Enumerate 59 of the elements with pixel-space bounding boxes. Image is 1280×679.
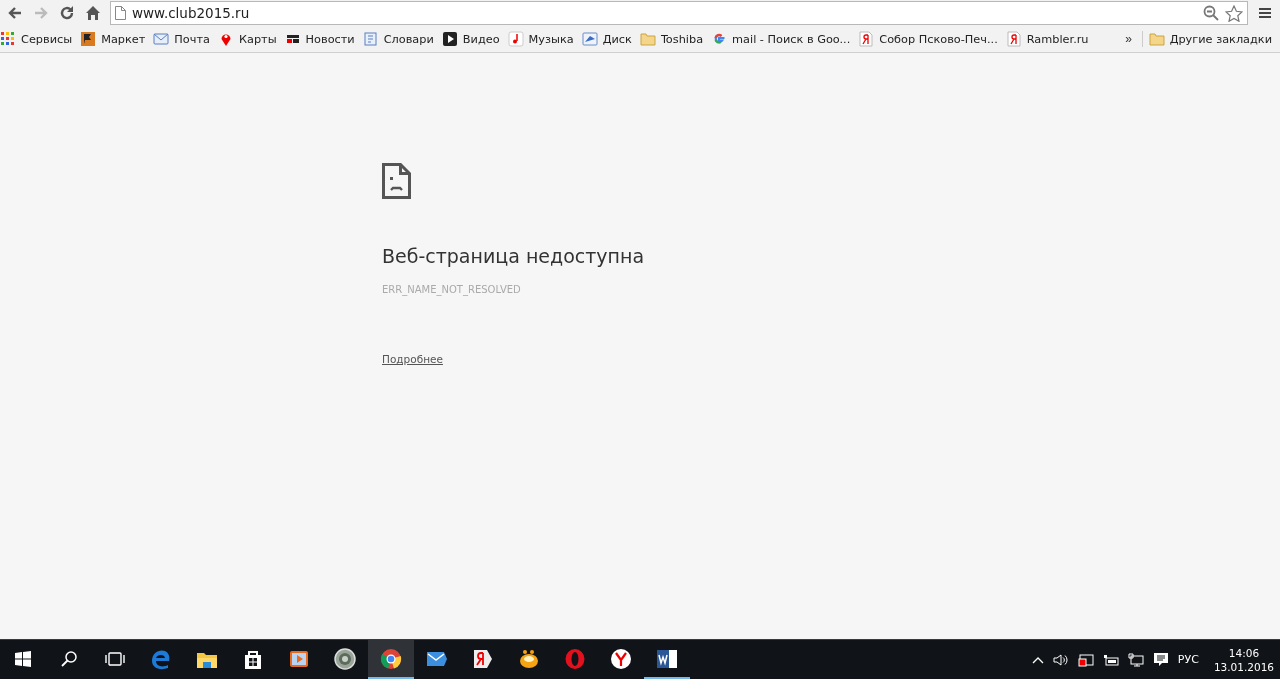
menu-icon — [1258, 7, 1272, 19]
speaker-icon[interactable] — [1052, 652, 1069, 667]
url-text: www.club2015.ru — [132, 5, 251, 21]
windows-logo-icon — [15, 650, 31, 667]
forward-arrow-icon — [33, 5, 49, 21]
envelope-icon — [153, 31, 170, 47]
bookmark[interactable]: Новости — [284, 31, 360, 47]
reload-icon — [59, 5, 75, 21]
bookmark[interactable]: Видео — [441, 31, 505, 47]
star-icon[interactable] — [1225, 4, 1243, 22]
network-monitor-icon[interactable] — [1127, 652, 1144, 667]
chevron-up-icon[interactable] — [1031, 655, 1044, 664]
clock-date[interactable]: 13.01.2016 — [1213, 659, 1274, 674]
ya-circle-icon — [610, 647, 632, 670]
back-arrow-icon — [7, 5, 23, 21]
blob-icon — [518, 647, 540, 670]
apps-grid-icon — [0, 31, 16, 47]
music-note-icon — [507, 31, 524, 47]
bookmark[interactable]: Словари — [362, 31, 439, 47]
bookmark[interactable]: Карты — [217, 31, 282, 47]
bookmark[interactable]: Маркет — [80, 31, 151, 47]
bookmark[interactable]: Сервисы — [0, 31, 78, 47]
bookmark[interactable]: Почта — [153, 31, 215, 47]
taskbar-app-button[interactable] — [368, 640, 414, 679]
chrome-icon — [380, 647, 402, 670]
card-reader-icon[interactable] — [1077, 652, 1094, 667]
folder-icon — [1148, 31, 1165, 47]
battery-icon[interactable] — [1102, 652, 1119, 667]
bookmark[interactable]: Собор Псково-Печ... — [858, 31, 1003, 47]
flag-icon — [80, 31, 97, 47]
word-w-icon — [656, 647, 678, 670]
details-link[interactable]: Подробнее — [382, 353, 443, 365]
disc-icon — [334, 647, 356, 670]
ya-letter-icon — [472, 647, 494, 670]
document-icon — [362, 31, 379, 47]
language-indicator[interactable]: РУС — [1177, 653, 1199, 666]
clock-time[interactable]: 14:06 — [1228, 645, 1260, 660]
search-icon — [60, 649, 78, 668]
bookmark[interactable]: mail - Поиск в Goo... — [711, 31, 856, 47]
sad-page-icon — [382, 163, 411, 199]
notification-icon[interactable] — [1152, 651, 1169, 668]
bookmarks-overflow-button[interactable]: » — [1115, 27, 1142, 51]
bookmark[interactable]: Другие закладки — [1148, 31, 1277, 47]
zoom-icon[interactable] — [1203, 5, 1219, 21]
page-icon — [115, 6, 126, 20]
home-icon — [85, 5, 101, 21]
ya-letter-icon — [1005, 31, 1022, 47]
bookmark[interactable]: Музыка — [507, 31, 579, 47]
address-bar[interactable]: www.club2015.ru — [110, 1, 1248, 25]
bookmark[interactable]: Rambler.ru — [1005, 31, 1094, 47]
play-icon — [441, 31, 458, 47]
ya-letter-icon — [858, 31, 875, 47]
bookmark[interactable]: Диск — [581, 31, 637, 47]
error-code: ERR_NAME_NOT_RESOLVED — [382, 284, 521, 295]
task-view-icon — [105, 650, 125, 667]
opera-o-icon — [564, 647, 586, 670]
bookmark[interactable]: Toshiba — [639, 31, 709, 47]
error-title: Веб-страница недоступна — [382, 245, 645, 267]
folder-icon — [639, 31, 656, 47]
